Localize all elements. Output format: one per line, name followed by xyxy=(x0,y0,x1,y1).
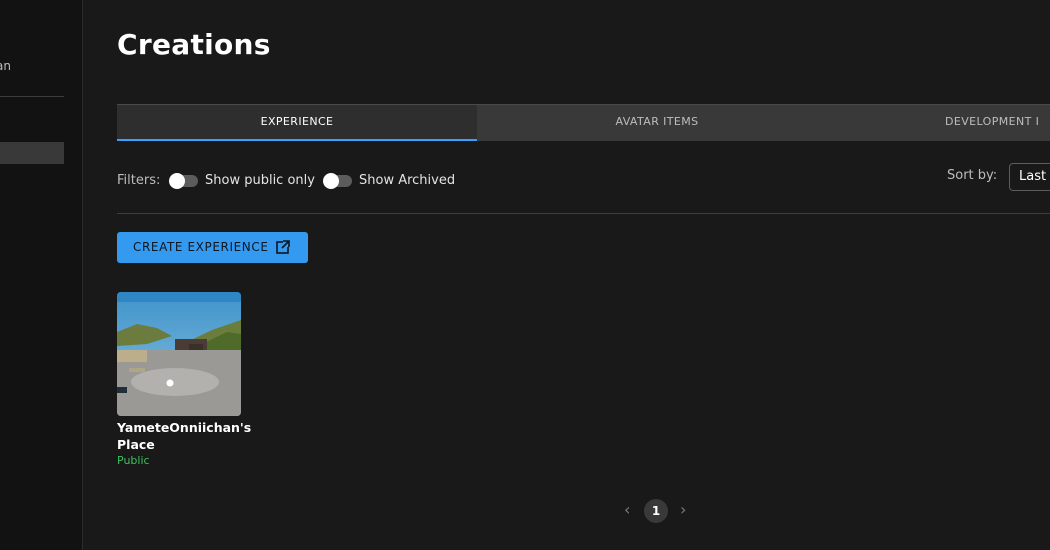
tab-experience[interactable]: EXPERIENCE xyxy=(117,105,477,141)
filters-divider xyxy=(117,213,1050,214)
pagination: ‹ 1 › xyxy=(617,499,717,523)
sidebar: an xyxy=(0,0,83,550)
show-archived-toggle[interactable] xyxy=(323,173,352,189)
show-public-only-label[interactable]: Show public only xyxy=(205,173,315,188)
chevron-left-icon[interactable]: ‹ xyxy=(624,501,630,519)
sort-dropdown[interactable]: Last xyxy=(1009,163,1050,191)
sort-label: Sort by: xyxy=(947,168,998,183)
toggle-knob xyxy=(323,173,339,189)
experience-card[interactable]: YameteOnniichan's Place Public xyxy=(117,292,251,467)
main-content: Creations EXPERIENCE AVATAR ITEMS DEVELO… xyxy=(117,0,1050,550)
sidebar-item-creations[interactable] xyxy=(0,142,64,164)
toggle-knob xyxy=(169,173,185,189)
page-number-current[interactable]: 1 xyxy=(644,499,668,523)
sidebar-username[interactable]: an xyxy=(0,59,11,73)
chevron-right-icon[interactable]: › xyxy=(680,501,686,519)
experience-thumbnail[interactable] xyxy=(117,292,241,416)
create-experience-button[interactable]: CREATE EXPERIENCE xyxy=(117,232,308,263)
tab-development-items[interactable]: DEVELOPMENT I xyxy=(837,105,1050,141)
show-public-only-toggle[interactable] xyxy=(169,173,198,189)
create-experience-label: CREATE EXPERIENCE xyxy=(133,240,269,254)
experience-title[interactable]: YameteOnniichan's Place xyxy=(117,419,251,453)
show-archived-label[interactable]: Show Archived xyxy=(359,173,455,188)
tab-bar: EXPERIENCE AVATAR ITEMS DEVELOPMENT I xyxy=(117,104,1050,141)
external-link-icon xyxy=(276,240,290,254)
page-title: Creations xyxy=(117,28,271,61)
experience-status: Public xyxy=(117,454,150,467)
tab-avatar-items[interactable]: AVATAR ITEMS xyxy=(477,105,837,141)
sidebar-divider xyxy=(0,96,64,97)
filters-label: Filters: xyxy=(117,173,161,188)
